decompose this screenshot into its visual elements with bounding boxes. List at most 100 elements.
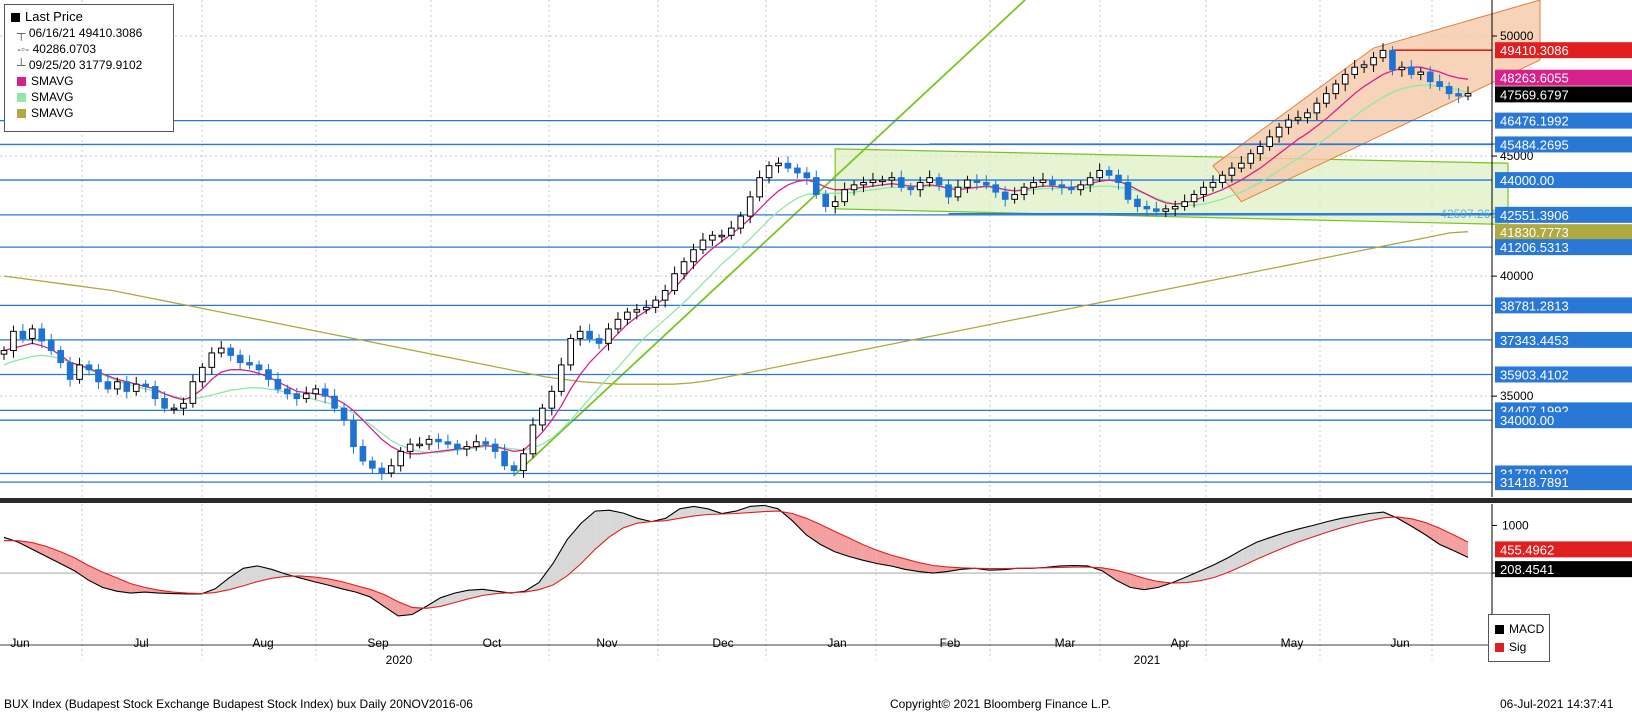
legend-last-price: Last Price bbox=[11, 9, 83, 25]
legend-high: ┬ 06/16/21 49410.3086 bbox=[17, 26, 143, 40]
candle-body bbox=[1426, 71, 1434, 83]
candle-body bbox=[208, 352, 216, 368]
candle-body bbox=[1086, 177, 1094, 186]
x-year-label: 2020 bbox=[386, 653, 413, 667]
candle-body bbox=[841, 189, 848, 203]
candle-body bbox=[1190, 193, 1198, 203]
candle-body bbox=[850, 184, 858, 191]
candle-body bbox=[699, 239, 707, 251]
candle-body bbox=[180, 402, 187, 409]
candle-body bbox=[284, 388, 291, 395]
candle-body bbox=[369, 460, 376, 469]
x-month-label: Mar bbox=[1055, 636, 1076, 650]
candle-body bbox=[803, 172, 811, 179]
candle-body bbox=[510, 465, 518, 472]
swatch-icon bbox=[17, 77, 26, 86]
macd-histogram-fill bbox=[398, 601, 413, 616]
candle-body bbox=[756, 177, 763, 198]
candle-body bbox=[85, 364, 93, 371]
macd-value-tag-label: 455.4962 bbox=[1500, 542, 1554, 557]
candle-body bbox=[642, 306, 650, 311]
candle-body bbox=[312, 388, 320, 395]
candle-body bbox=[142, 383, 149, 388]
candle-body bbox=[1417, 71, 1425, 75]
candle-body bbox=[1389, 49, 1396, 71]
candle-body bbox=[1030, 181, 1037, 188]
macd-legend[interactable]: MACD Sig bbox=[1488, 614, 1550, 662]
value-tag-label: 48263.6055 bbox=[1500, 71, 1569, 86]
candle-body bbox=[520, 453, 527, 472]
legend-low: ┴ 09/25/20 31779.9102 bbox=[17, 58, 143, 72]
candle-body bbox=[576, 330, 584, 340]
macd-panel: -100001000455.4962208.4541 bbox=[0, 498, 1632, 643]
candle-body bbox=[255, 364, 263, 371]
candle-body bbox=[812, 177, 820, 195]
candle-body bbox=[709, 234, 716, 241]
candle-body bbox=[595, 338, 603, 344]
candle-body bbox=[1143, 205, 1151, 210]
footer-security: BUX Index (Budapest Stock Exchange Budap… bbox=[4, 697, 473, 711]
value-tag-label: 46476.1992 bbox=[1500, 114, 1569, 129]
candle-body bbox=[945, 184, 952, 198]
candle-body bbox=[1455, 93, 1462, 97]
x-month-label: Feb bbox=[940, 636, 961, 650]
candle-body bbox=[123, 381, 131, 392]
value-tag-label: 37343.4453 bbox=[1500, 333, 1569, 348]
candle-body bbox=[0, 350, 8, 355]
candle-body bbox=[274, 378, 282, 390]
candle-body bbox=[1266, 136, 1273, 147]
x-month-label: Nov bbox=[596, 636, 617, 650]
candle-body bbox=[265, 369, 272, 380]
candle-body bbox=[1020, 186, 1028, 195]
candle-body bbox=[1247, 153, 1255, 164]
candle-body bbox=[869, 179, 877, 183]
x-month-label: Jun bbox=[10, 636, 29, 650]
square-icon bbox=[11, 13, 20, 22]
x-month-label: Dec bbox=[712, 636, 733, 650]
candle-body bbox=[321, 388, 329, 397]
candle-body bbox=[973, 179, 981, 183]
x-year-label: 2021 bbox=[1134, 653, 1161, 667]
candle-body bbox=[236, 354, 244, 364]
candle-body bbox=[454, 443, 461, 450]
legend-sma-2: SMAVG bbox=[17, 89, 73, 105]
candle-body bbox=[151, 386, 159, 400]
candle-body bbox=[633, 309, 641, 313]
high-marker-icon: ┬ bbox=[17, 26, 29, 40]
price-legend[interactable]: Last Price ┬ 06/16/21 49410.3086 -◦- 402… bbox=[4, 4, 174, 132]
candle-body bbox=[992, 184, 1000, 193]
value-tag-label: 44000.00 bbox=[1500, 173, 1554, 188]
candle-body bbox=[784, 162, 792, 169]
trendline bbox=[513, 0, 1026, 477]
swatch-icon bbox=[1495, 625, 1504, 634]
legend-average: -◦- 40286.0703 bbox=[17, 42, 96, 56]
candle-body bbox=[1445, 85, 1453, 95]
candle-body bbox=[38, 328, 46, 342]
candle-body bbox=[1067, 186, 1075, 191]
candle-body bbox=[95, 369, 102, 383]
candle-body bbox=[661, 290, 669, 301]
annotation-label: 42597.261 bbox=[1440, 207, 1497, 221]
candle-body bbox=[822, 193, 830, 207]
candle-body bbox=[463, 446, 471, 450]
candle-body bbox=[794, 167, 801, 174]
candle-body bbox=[472, 441, 480, 448]
value-tag-label: 45484.2695 bbox=[1500, 137, 1569, 152]
grid bbox=[0, 0, 1492, 660]
candle-body bbox=[1323, 93, 1330, 104]
candle-body bbox=[718, 234, 726, 238]
candle-body bbox=[425, 438, 433, 445]
candle-body bbox=[189, 381, 197, 404]
candle-body bbox=[132, 383, 140, 392]
chart-area: 42597.261 35000400004500050000 49410.308… bbox=[0, 0, 1632, 667]
candle-body bbox=[435, 438, 442, 443]
candle-body bbox=[1181, 201, 1188, 207]
value-tag-label: 35903.4102 bbox=[1500, 367, 1569, 382]
value-tag-label: 34000.00 bbox=[1500, 413, 1554, 428]
candle-body bbox=[387, 465, 395, 474]
candle-body bbox=[935, 177, 943, 186]
price-candles[interactable] bbox=[0, 43, 1472, 481]
candle-body bbox=[737, 215, 745, 229]
candle-body bbox=[1360, 64, 1368, 68]
candle-body bbox=[246, 362, 253, 366]
